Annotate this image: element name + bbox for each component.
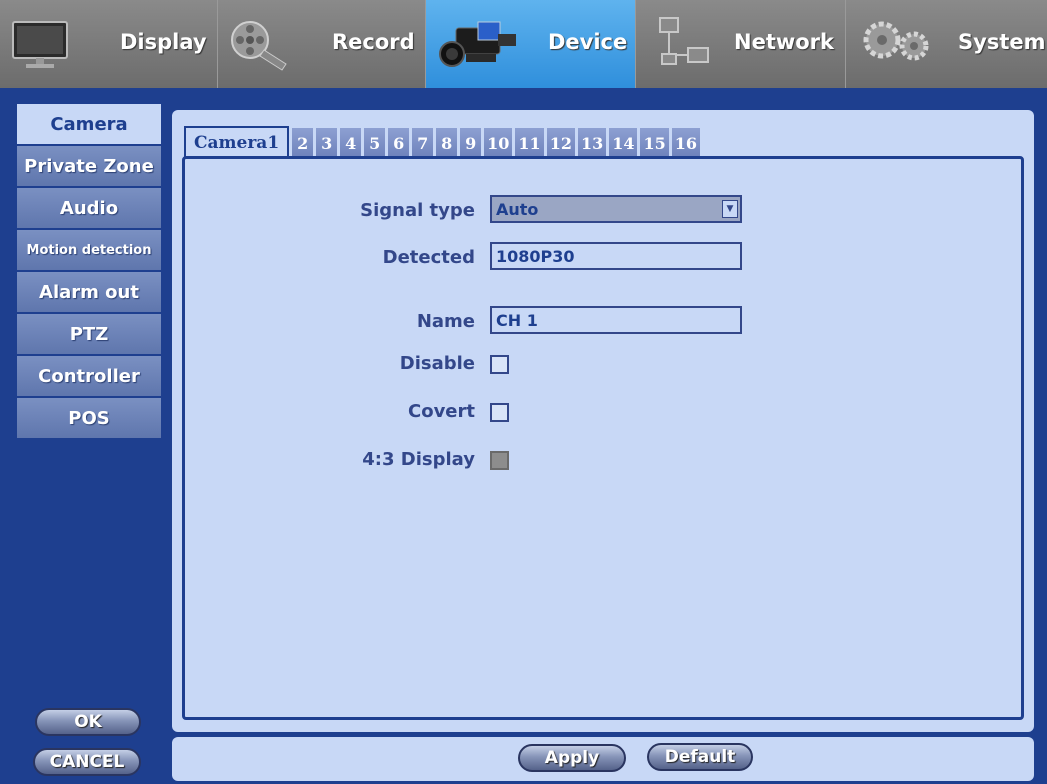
display-4-3-checkbox[interactable] — [490, 451, 509, 470]
sidebar-item-private-zone[interactable]: Private Zone — [17, 146, 161, 186]
disable-checkbox[interactable] — [490, 355, 509, 374]
sidebar-item-motion-detection[interactable]: Motion detection — [17, 230, 161, 270]
camcorder-icon — [439, 21, 516, 67]
sidebar-item-audio[interactable]: Audio — [17, 188, 161, 228]
camera-tab-strip: Camera1 2 3 4 5 6 7 8 9 10 11 12 13 14 1… — [184, 126, 703, 158]
cancel-button[interactable]: CANCEL — [33, 748, 141, 776]
sidebar-item-pos[interactable]: POS — [17, 398, 161, 438]
sidebar-item-controller[interactable]: Controller — [17, 356, 161, 396]
tab-camera-13[interactable]: 13 — [577, 128, 607, 158]
tab-camera-3[interactable]: 3 — [316, 128, 338, 158]
apply-button[interactable]: Apply — [518, 744, 626, 772]
menu-device[interactable]: Device — [426, 0, 636, 88]
tab-camera-11[interactable]: 11 — [515, 128, 544, 158]
detected-field: 1080P30 — [490, 242, 742, 270]
covert-label: Covert — [408, 401, 475, 422]
sidebar-item-label: PTZ — [69, 323, 109, 345]
tab-camera-16[interactable]: 16 — [671, 128, 701, 158]
menu-system[interactable]: System — [846, 0, 1047, 88]
action-bar: Apply Default — [172, 737, 1034, 781]
signal-type-value: Auto — [496, 199, 539, 219]
display-4-3-label: 4:3 Display — [362, 449, 475, 470]
sidebar-item-alarm-out[interactable]: Alarm out — [17, 272, 161, 312]
sidebar-item-label: Audio — [59, 197, 119, 219]
sidebar-item-label: Private Zone — [24, 155, 154, 177]
network-icon — [659, 17, 709, 65]
menu-label-system: System — [958, 30, 1046, 54]
monitor-icon — [12, 21, 68, 68]
tab-camera-2[interactable]: 2 — [292, 128, 314, 158]
gears-icon — [863, 21, 929, 61]
menu-label-network: Network — [734, 30, 835, 54]
covert-checkbox[interactable] — [490, 403, 509, 422]
sidebar-item-ptz[interactable]: PTZ — [17, 314, 161, 354]
detected-label: Detected — [382, 247, 475, 268]
sidebar-item-label: POS — [68, 407, 110, 429]
tab-camera-6[interactable]: 6 — [388, 128, 410, 158]
ok-button[interactable]: OK — [35, 708, 141, 736]
tab-camera-10[interactable]: 10 — [484, 128, 513, 158]
name-input[interactable]: CH 1 — [490, 306, 742, 334]
tab-camera-1[interactable]: Camera1 — [184, 126, 290, 158]
tab-camera-4[interactable]: 4 — [340, 128, 362, 158]
signal-type-select[interactable]: Auto ▼ — [490, 195, 742, 223]
top-menu-bar: Display Record Device Network System — [0, 0, 1047, 88]
detected-value: 1080P30 — [496, 246, 575, 266]
camera-settings-panel: Camera1 2 3 4 5 6 7 8 9 10 11 12 13 14 1… — [172, 110, 1034, 732]
chevron-down-icon[interactable]: ▼ — [722, 200, 738, 218]
sidebar: Camera Private Zone Audio Motion detecti… — [17, 104, 161, 440]
menu-label-display: Display — [120, 30, 207, 54]
tab-camera-9[interactable]: 9 — [460, 128, 482, 158]
tab-camera-15[interactable]: 15 — [640, 128, 669, 158]
tab-camera-12[interactable]: 12 — [546, 128, 575, 158]
menu-network[interactable]: Network — [636, 0, 846, 88]
menu-display[interactable]: Display — [0, 0, 218, 88]
name-label: Name — [416, 311, 475, 332]
name-value: CH 1 — [496, 310, 538, 330]
signal-type-label: Signal type — [360, 200, 475, 221]
sidebar-item-label: Alarm out — [39, 281, 139, 303]
menu-label-record: Record — [332, 30, 415, 54]
tab-camera-14[interactable]: 14 — [609, 128, 638, 158]
default-button[interactable]: Default — [647, 743, 753, 771]
sidebar-item-label: Camera — [50, 113, 128, 135]
tab-camera-5[interactable]: 5 — [364, 128, 386, 158]
tab-camera-7[interactable]: 7 — [412, 128, 434, 158]
menu-label-device: Device — [548, 30, 628, 54]
menu-record[interactable]: Record — [218, 0, 426, 88]
tab-camera-8[interactable]: 8 — [436, 128, 458, 158]
film-reel-icon — [231, 21, 287, 71]
camera-settings-form: Signal type Auto ▼ Detected 1080P30 Name… — [182, 156, 1024, 720]
sidebar-item-label: Motion detection — [26, 242, 152, 258]
sidebar-item-camera[interactable]: Camera — [17, 104, 161, 144]
disable-label: Disable — [399, 353, 475, 374]
sidebar-item-label: Controller — [38, 365, 140, 387]
